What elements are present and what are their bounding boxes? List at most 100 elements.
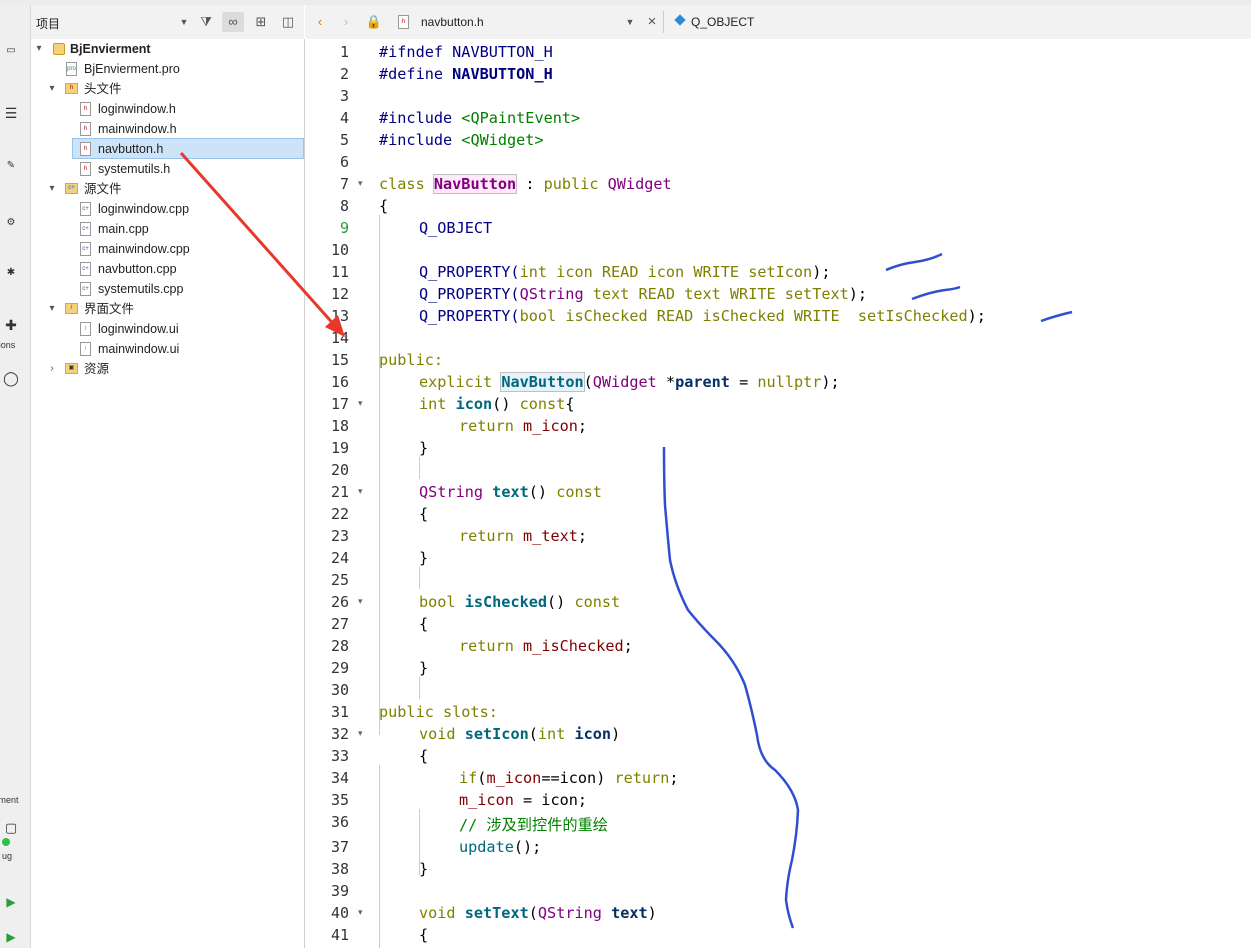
collapse-arrow-icon[interactable]: ▾ — [47, 79, 57, 99]
tree-item-file[interactable]: h mainwindow.h — [31, 119, 304, 139]
code-line: { — [419, 505, 429, 523]
fold-marker-icon[interactable]: ▾ — [358, 596, 363, 607]
line-number: 39 — [330, 882, 349, 900]
code-token: QString — [519, 285, 584, 303]
code-token: { — [565, 395, 575, 413]
code-token: ; — [577, 417, 588, 435]
code-token: NavButton — [432, 174, 518, 194]
line-number: 24 — [330, 549, 349, 567]
mode-design-icon[interactable]: ✎ — [0, 160, 26, 171]
line-number: 9 — [339, 219, 349, 237]
tree-item-label: 头文件 — [84, 82, 122, 96]
fold-marker-icon[interactable]: ▾ — [358, 178, 363, 189]
code-token: m_isChecked — [523, 637, 624, 655]
code-token: #define — [379, 65, 444, 83]
code-token: ) — [647, 904, 657, 922]
line-number: 38 — [330, 860, 349, 878]
code-token: public — [543, 175, 599, 193]
header-file-icon: h — [80, 162, 91, 176]
tree-item-label: mainwindow.cpp — [98, 242, 190, 256]
run-icon[interactable]: ▶ — [0, 895, 26, 909]
code-line: Q_PROPERTY(QString text READ text WRITE … — [419, 285, 867, 303]
cpp-file-icon: c+ — [80, 222, 91, 236]
tree-item-file[interactable]: c+ main.cpp — [31, 219, 304, 239]
view-dropdown-arrow-icon[interactable]: ▼ — [173, 12, 195, 32]
cpp-file-icon: c+ — [80, 282, 91, 296]
tree-item-headers-folder[interactable]: ▾ h 头文件 — [31, 79, 304, 99]
open-document-selector[interactable]: navbutton.h — [421, 15, 484, 29]
add-split-icon[interactable]: ⊞ — [250, 12, 272, 32]
close-sidebar-icon[interactable]: ◫ — [277, 12, 299, 32]
tree-item-sources-folder[interactable]: ▾ c+ 源文件 — [31, 179, 304, 199]
code-token: NAVBUTTON_H — [443, 43, 553, 61]
tree-item-file[interactable]: c+ loginwindow.cpp — [31, 199, 304, 219]
code-token: ) — [611, 725, 621, 743]
tree-item-resources-folder[interactable]: › ▣ 资源 — [31, 359, 304, 379]
code-token: <QPaintEvent> — [452, 109, 581, 127]
code-line: void setIcon(int icon) — [419, 725, 620, 743]
code-token: isChecked READ isChecked WRITE setIsChec… — [556, 307, 968, 325]
tree-item-forms-folder[interactable]: ▾ / 界面文件 — [31, 299, 304, 319]
code-token: int — [419, 395, 447, 413]
kit-monitor-icon[interactable]: ▢ — [0, 820, 26, 836]
tree-item-label: main.cpp — [98, 222, 149, 236]
fold-marker-icon[interactable]: ▾ — [358, 486, 363, 497]
navigate-back-icon[interactable]: ‹ — [309, 12, 331, 32]
code-token: const — [556, 483, 602, 501]
document-dropdown-arrow-icon[interactable]: ▼ — [619, 12, 641, 32]
current-symbol-selector[interactable]: Q_OBJECT — [691, 15, 754, 29]
tree-item-pro-file[interactable]: pro BjEnvierment.pro — [31, 59, 304, 79]
line-number: 14 — [330, 329, 349, 347]
code-token: () — [547, 593, 575, 611]
project-view-selector[interactable]: 项目 — [36, 15, 60, 32]
tree-item-file[interactable]: c+ systemutils.cpp — [31, 279, 304, 299]
mode-debug-icon[interactable]: ⚙ — [0, 217, 26, 228]
tree-item-file[interactable]: h loginwindow.h — [31, 99, 304, 119]
tree-item-label: 界面文件 — [84, 302, 135, 316]
code-line: Q_PROPERTY(int icon READ icon WRITE setI… — [419, 263, 831, 281]
tree-item-project[interactable]: ▾ BjEnvierment — [31, 39, 304, 59]
code-line: { — [419, 926, 429, 944]
code-line: QString text() const — [419, 483, 602, 501]
tree-item-file[interactable]: / mainwindow.ui — [31, 339, 304, 359]
navigate-forward-icon[interactable]: › — [335, 12, 357, 32]
mode-extensions-icon[interactable]: ✚ — [0, 317, 26, 334]
debug-run-icon[interactable]: ▶ — [0, 930, 26, 944]
mode-projects-icon[interactable]: ✱ — [0, 267, 26, 278]
code-token: const — [574, 593, 621, 611]
tree-item-file[interactable]: c+ mainwindow.cpp — [31, 239, 304, 259]
expand-arrow-icon[interactable]: › — [47, 359, 57, 379]
tree-item-file[interactable]: / loginwindow.ui — [31, 319, 304, 339]
collapse-arrow-icon[interactable]: ▾ — [47, 179, 57, 199]
mode-welcome-icon[interactable]: ▭ — [0, 45, 26, 56]
sync-link-icon[interactable]: ∞ — [222, 12, 244, 32]
build-config-label: ug — [1, 851, 12, 861]
tree-item-file[interactable]: h systemutils.h — [31, 159, 304, 179]
line-number: 10 — [330, 241, 349, 259]
indent-guide — [419, 677, 420, 699]
code-line: } — [419, 860, 429, 878]
filter-icon[interactable]: ⧩ — [195, 12, 217, 32]
tree-item-file[interactable]: c+ navbutton.cpp — [31, 259, 304, 279]
collapse-arrow-icon[interactable]: ▾ — [47, 299, 57, 319]
kit-selector-label[interactable]: rment — [0, 795, 22, 805]
tree-item-file-selected[interactable]: h navbutton.h — [72, 138, 304, 159]
code-token: update — [459, 838, 514, 856]
code-token: = — [729, 373, 758, 391]
tree-item-label: loginwindow.cpp — [98, 202, 190, 216]
tree-item-label: navbutton.cpp — [98, 262, 177, 276]
line-number: 35 — [330, 791, 349, 809]
code-token: ; — [669, 769, 679, 787]
close-document-icon[interactable]: × — [641, 12, 663, 32]
tree-item-label: mainwindow.h — [98, 122, 177, 136]
mode-help-icon[interactable]: ◯ — [0, 370, 26, 387]
fold-marker-icon[interactable]: ▾ — [358, 728, 363, 739]
line-number: 8 — [339, 197, 349, 215]
mode-edit-icon[interactable]: ☰ — [0, 105, 26, 122]
code-editor[interactable]: #ifndef NAVBUTTON_H #define NAVBUTTON_H … — [375, 39, 1251, 948]
code-token: int — [519, 263, 548, 281]
fold-marker-icon[interactable]: ▾ — [358, 398, 363, 409]
fold-marker-icon[interactable]: ▾ — [358, 907, 363, 918]
collapse-arrow-icon[interactable]: ▾ — [34, 39, 44, 59]
line-number: 18 — [330, 417, 349, 435]
